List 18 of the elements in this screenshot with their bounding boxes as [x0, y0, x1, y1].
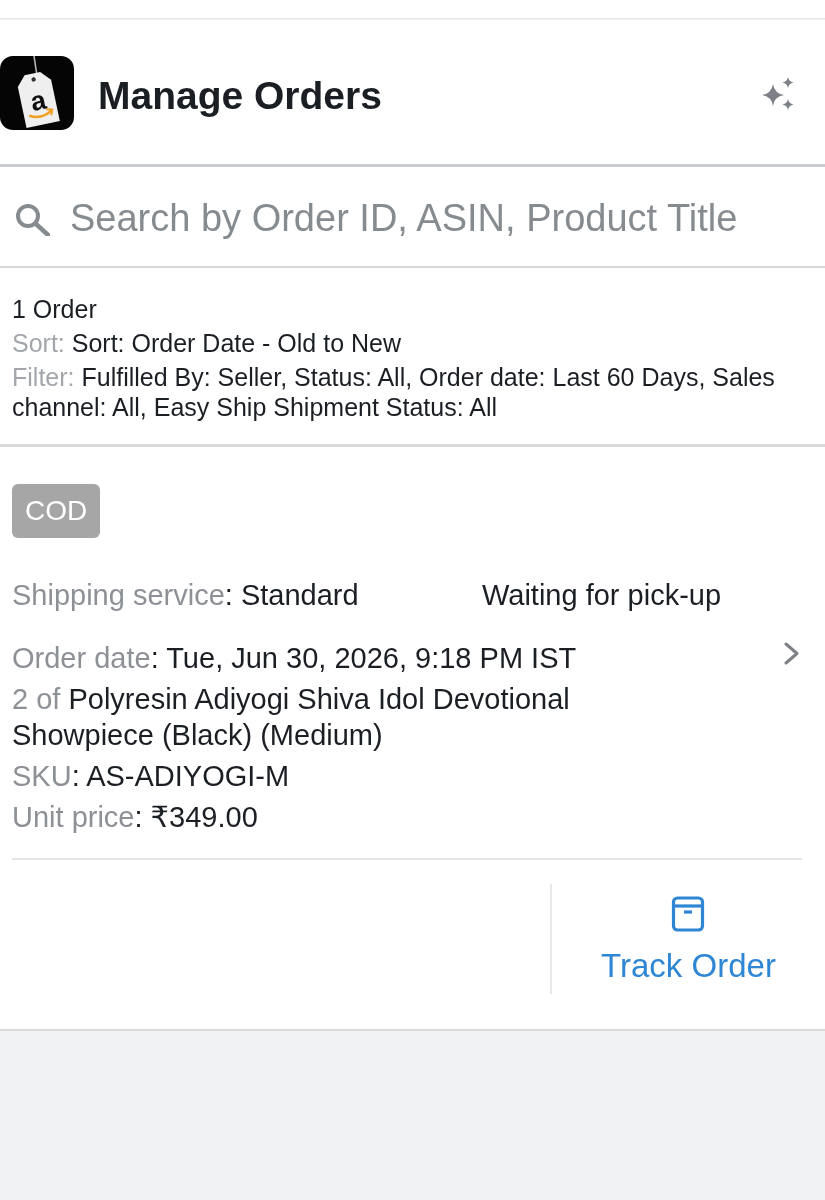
sort-text: Sort: Sort: Order Date - Old to New — [12, 328, 403, 358]
unit-price-text: Unit price: ₹349.00 — [12, 801, 258, 833]
payment-badge: COD — [12, 484, 101, 538]
sparkle-icon[interactable] — [761, 76, 795, 110]
sku-text: SKU: AS-ADIYOGI-M — [12, 760, 290, 792]
chevron-right-icon[interactable] — [783, 641, 800, 665]
box-icon — [670, 896, 707, 932]
order-status: Waiting for pick-up — [482, 578, 722, 613]
page-title: Manage Orders — [98, 72, 382, 119]
search-icon — [15, 203, 50, 236]
order-count: 1 Order — [12, 294, 98, 324]
track-order-button[interactable]: Track Order — [597, 896, 780, 985]
search-field[interactable]: Search by Order ID, ASIN, Product Title — [0, 167, 825, 268]
shipping-service-text: Shipping service: Standard — [12, 579, 359, 611]
order-date-text: Order date: Tue, Jun 30, 2026, 9:18 PM IST — [12, 642, 577, 674]
app-logo: a — [0, 56, 74, 130]
filter-text: Filter: Fulfilled By: Seller, Status: All, Order date: Last 60 Days, Sales channel: All, Easy Ship Shipment Status: All — [12, 362, 776, 422]
product-title: 2 of Polyresin Adiyogi Shiva Idol Devotional Showpiece (Black) (Medium) — [12, 682, 571, 753]
